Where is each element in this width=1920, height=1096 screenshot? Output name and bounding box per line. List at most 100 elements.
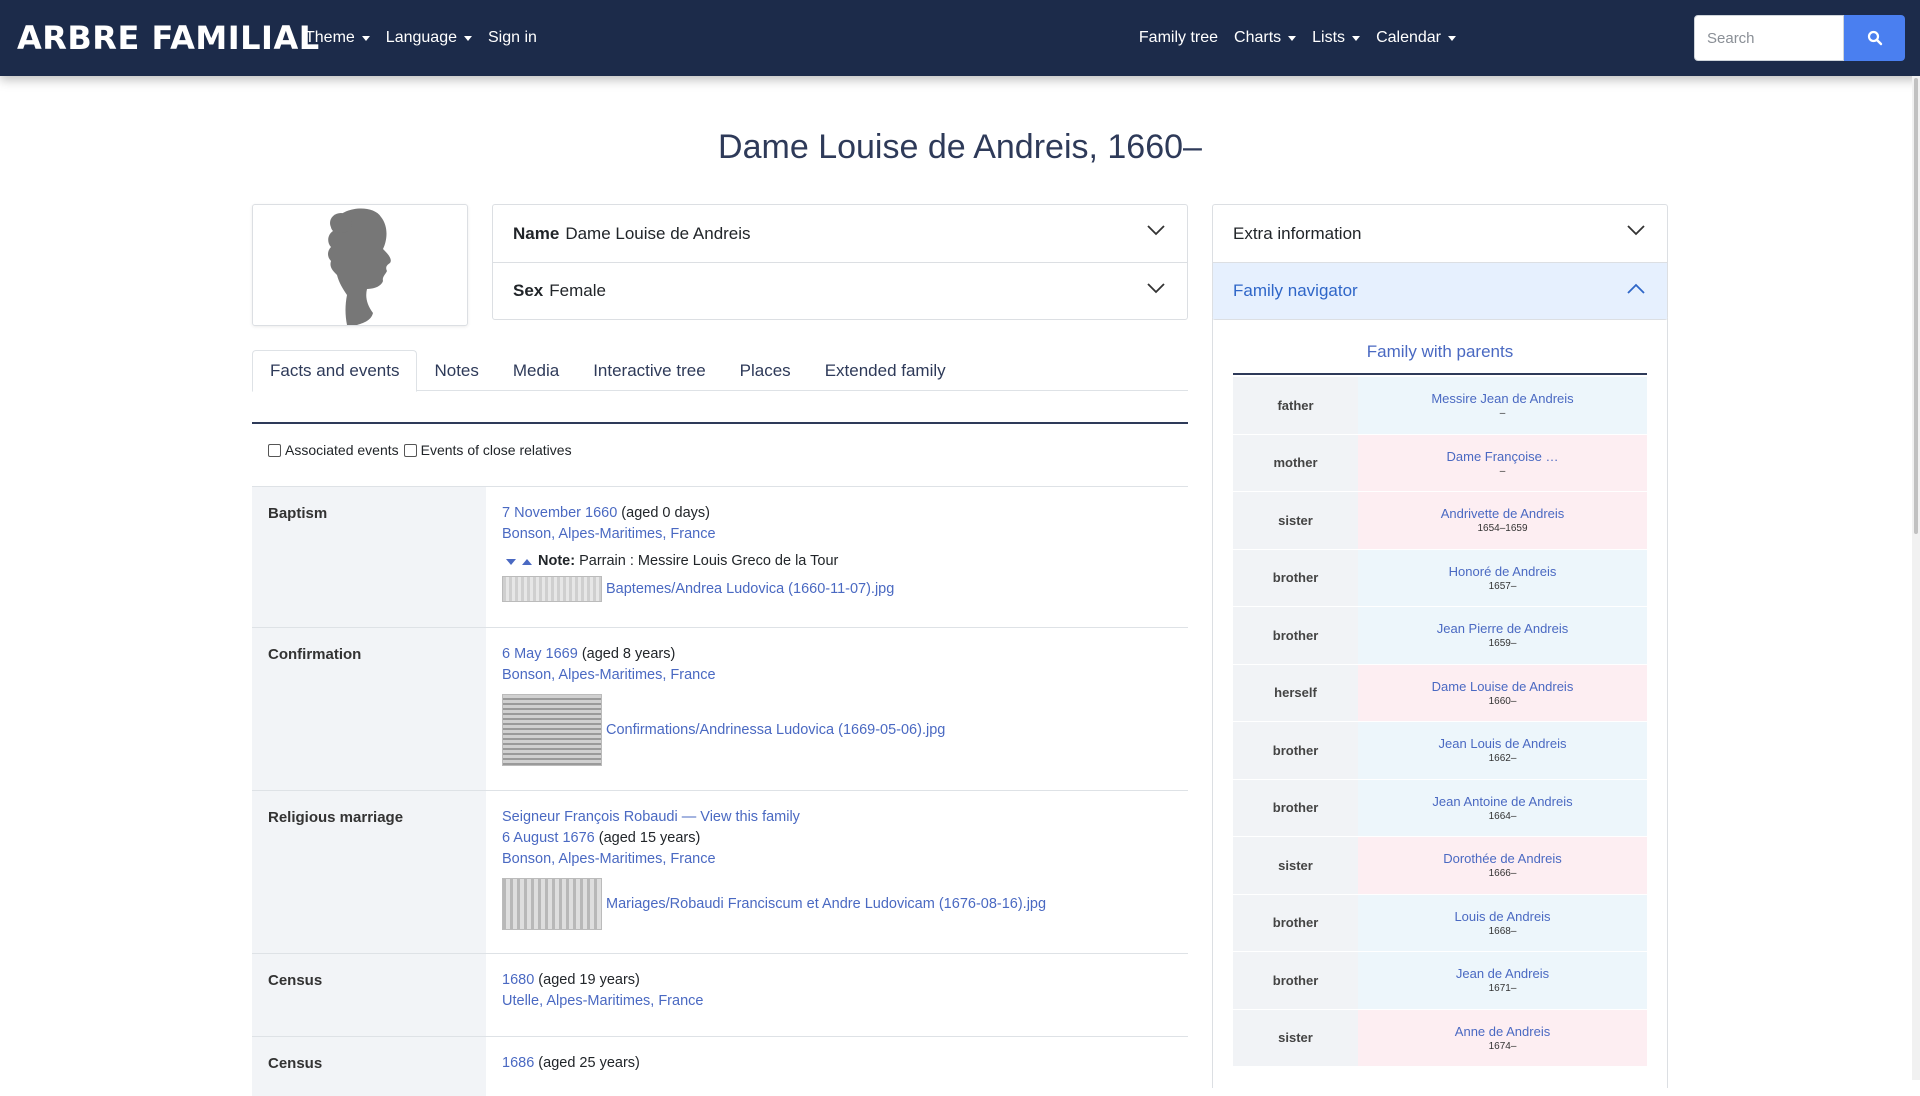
site-brand[interactable]: ARBRE FAMILIAL <box>17 19 320 57</box>
fact-date-link[interactable]: 1680 <box>502 972 534 988</box>
family-member-link[interactable]: Messire Jean de Andreis <box>1431 391 1573 406</box>
family-member-cell: Jean de Andreis 1671– <box>1358 952 1647 1009</box>
family-member-cell: Messire Jean de Andreis – <box>1358 377 1647 434</box>
family-member-link[interactable]: Louis de Andreis <box>1454 909 1550 924</box>
fact-media: Baptemes/Andrea Ludovica (1660-11-07).jp… <box>502 576 1172 602</box>
media-thumbnail[interactable] <box>502 878 602 930</box>
nav-family-tree-link[interactable]: Family tree <box>1139 29 1218 47</box>
event-filters: Associated events Events of close relati… <box>268 442 577 458</box>
tab-interactive-tree[interactable]: Interactive tree <box>576 350 722 391</box>
family-navigator-toggle[interactable]: Family navigator <box>1213 262 1667 319</box>
nav-sign-in-link[interactable]: Sign in <box>488 29 537 47</box>
media-link[interactable]: Confirmations/Andrinessa Ludovica (1669-… <box>606 720 945 741</box>
family-member-dates: 1671– <box>1488 983 1517 995</box>
tab-media[interactable]: Media <box>496 350 576 391</box>
close-relatives-label[interactable]: Events of close relatives <box>421 442 572 458</box>
family-member-row: brother Jean de Andreis 1671– <box>1233 952 1647 1010</box>
family-member-dates: 1659– <box>1488 638 1517 650</box>
section-divider <box>252 422 1188 424</box>
nav-charts-menu[interactable]: Charts <box>1234 29 1297 47</box>
chevron-down-icon <box>1147 225 1165 236</box>
fact-row: Census 1686 (aged 25 years) <box>252 1036 1188 1096</box>
family-member-dates: 1668– <box>1488 925 1517 937</box>
family-member-link[interactable]: Dame Françoise … <box>1447 449 1559 464</box>
family-member-cell: Louis de Andreis 1668– <box>1358 894 1647 951</box>
sex-row[interactable]: Sex Female <box>493 262 1187 319</box>
family-member-dates: 1660– <box>1488 695 1517 707</box>
nav-family-tree-label: Family tree <box>1138 29 1219 46</box>
relationship-label: sister <box>1233 837 1358 894</box>
fact-type: Religious marriage <box>252 791 486 953</box>
family-member-dates: – <box>1499 465 1506 477</box>
view-family-link[interactable]: — View this family <box>682 809 800 825</box>
tab-notes[interactable]: Notes <box>417 350 495 391</box>
nav-charts-label: Charts <box>1234 29 1282 46</box>
fact-date-link[interactable]: 6 May 1669 <box>502 646 578 662</box>
family-member-cell: Dame Louise de Andreis 1660– <box>1358 664 1647 721</box>
fact-date-link[interactable]: 6 August 1676 <box>502 830 595 846</box>
tab-facts-and-events[interactable]: Facts and events <box>252 350 418 392</box>
fact-type: Census <box>252 954 486 1036</box>
extra-information-toggle[interactable]: Extra information <box>1213 205 1667 262</box>
relationship-label: brother <box>1233 549 1358 606</box>
nav-lists-menu[interactable]: Lists <box>1312 29 1361 47</box>
extra-information-label: Extra information <box>1233 223 1362 243</box>
family-member-link[interactable]: Jean Antoine de Andreis <box>1432 794 1572 809</box>
nav-language-label: Language <box>385 29 457 46</box>
close-relatives-checkbox[interactable] <box>403 443 417 457</box>
family-member-link[interactable]: Anne de Andreis <box>1455 1024 1550 1039</box>
fact-details: 1686 (aged 25 years) <box>486 1037 1188 1096</box>
tab-extended-family[interactable]: Extended family <box>808 350 963 391</box>
family-member-link[interactable]: Jean de Andreis <box>1456 966 1549 981</box>
fact-date-link[interactable]: 1686 <box>502 1055 534 1071</box>
media-link[interactable]: Mariages/Robaudi Franciscum et Andre Lud… <box>606 894 1046 915</box>
family-member-link[interactable]: Dame Louise de Andreis <box>1432 679 1574 694</box>
expand-up-icon[interactable] <box>522 558 532 565</box>
chevron-up-icon <box>1627 283 1645 294</box>
note-label: Note: <box>538 553 576 569</box>
family-member-link[interactable]: Jean Louis de Andreis <box>1439 736 1567 751</box>
tab-places[interactable]: Places <box>723 350 808 391</box>
family-member-row: herself Dame Louise de Andreis 1660– <box>1233 664 1647 722</box>
family-member-row: brother Jean Pierre de Andreis 1659– <box>1233 607 1647 665</box>
search-button[interactable] <box>1844 15 1905 61</box>
family-with-parents-heading[interactable]: Family with parents <box>1233 342 1647 362</box>
fact-age: (aged 19 years) <box>538 972 640 988</box>
fact-place-link[interactable]: Bonson, Alpes-Maritimes, France <box>502 851 716 867</box>
associated-events-label[interactable]: Associated events <box>285 442 399 458</box>
relationship-label: sister <box>1233 1009 1358 1066</box>
family-member-cell: Dorothée de Andreis 1666– <box>1358 837 1647 894</box>
family-member-row: sister Andrivette de Andreis 1654–1659 <box>1233 492 1647 550</box>
name-row[interactable]: Name Dame Louise de Andreis <box>493 205 1187 262</box>
fact-date-link[interactable]: 7 November 1660 <box>502 505 617 521</box>
media-link[interactable]: Baptemes/Andrea Ludovica (1660-11-07).jp… <box>606 579 894 600</box>
nav-calendar-menu[interactable]: Calendar <box>1376 29 1456 47</box>
family-member-link[interactable]: Honoré de Andreis <box>1449 564 1557 579</box>
nav-theme-menu[interactable]: Theme <box>305 29 370 47</box>
family-member-row: brother Honoré de Andreis 1657– <box>1233 549 1647 607</box>
relationship-label: brother <box>1233 722 1358 779</box>
associated-events-checkbox[interactable] <box>268 443 281 457</box>
nav-language-menu[interactable]: Language <box>386 29 472 47</box>
family-member-link[interactable]: Dorothée de Andreis <box>1443 851 1562 866</box>
fact-note: Note: Parrain : Messire Louis Greco de l… <box>502 551 1172 572</box>
spouse-link[interactable]: Seigneur François Robaudi <box>502 809 678 825</box>
fact-place-link[interactable]: Bonson, Alpes-Maritimes, France <box>502 667 716 683</box>
fact-media: Confirmations/Andrinessa Ludovica (1669-… <box>502 694 1172 766</box>
family-member-dates: 1657– <box>1488 580 1517 592</box>
search-input[interactable] <box>1694 15 1844 61</box>
family-member-cell: Jean Antoine de Andreis 1664– <box>1358 779 1647 836</box>
fact-place-link[interactable]: Bonson, Alpes-Maritimes, France <box>502 526 716 542</box>
media-thumbnail[interactable] <box>502 694 602 766</box>
family-member-link[interactable]: Andrivette de Andreis <box>1441 506 1565 521</box>
summary-accordion: Name Dame Louise de Andreis Sex Female <box>492 204 1188 320</box>
family-member-dates: 1664– <box>1488 810 1517 822</box>
media-thumbnail[interactable] <box>502 576 602 602</box>
fact-type: Confirmation <box>252 628 486 790</box>
facts-table: Baptism 7 November 1660 (aged 0 days) Bo… <box>252 486 1188 1096</box>
individual-photo[interactable] <box>252 204 468 326</box>
fact-place-link[interactable]: Utelle, Alpes-Maritimes, France <box>502 993 703 1009</box>
collapse-down-icon[interactable] <box>506 558 516 565</box>
relationship-label: herself <box>1233 664 1358 721</box>
family-member-link[interactable]: Jean Pierre de Andreis <box>1437 621 1569 636</box>
